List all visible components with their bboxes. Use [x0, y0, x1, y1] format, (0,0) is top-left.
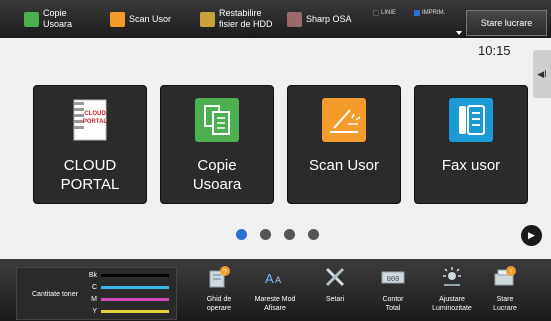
line-indicator: LINIE	[373, 10, 396, 16]
shortcut-label: Copie Usoara	[43, 8, 73, 29]
toner-name: Y	[92, 308, 97, 315]
svg-text:PORTAL: PORTAL	[83, 119, 108, 125]
line-label: LINIE	[381, 10, 397, 16]
shortcut-sharp-osa[interactable]: Sharp OSA	[287, 0, 352, 38]
toner-level-bar	[101, 310, 169, 313]
shortcut-label: Restabilire fisier de HDD	[219, 8, 273, 29]
bottom-bar: Cantitate toner Bk C M Y ? Ghid de opera…	[0, 259, 551, 321]
brightness-button[interactable]: Ajustare Luminozitate	[422, 263, 482, 319]
toner-row-m: M	[85, 296, 169, 303]
svg-text:A: A	[275, 275, 281, 285]
tile-cloud-portal[interactable]: CLOUD PORTAL CLOUD PORTAL	[33, 85, 147, 204]
toner-row-bk: Bk	[85, 272, 169, 279]
job-status-label: Stare lucrare	[480, 18, 533, 28]
settings-button[interactable]: Setari	[305, 263, 365, 319]
toner-level-bar	[101, 286, 169, 289]
svg-text:000: 000	[387, 276, 400, 284]
total-counter-button[interactable]: 000 Contor Total	[363, 263, 423, 319]
print-status-icon	[414, 10, 420, 16]
toner-row-y: Y	[85, 308, 169, 315]
toner-label: Cantitate toner	[32, 291, 78, 298]
guide-button[interactable]: ? Ghid de operare	[189, 263, 249, 319]
home-main-area: 10:15 ◀ⅼ CLOUD PORTAL CLOUD PORTAL Copie…	[0, 38, 551, 259]
page-dot[interactable]	[308, 229, 319, 240]
chevron-left-icon: ◀ⅼ	[537, 68, 547, 79]
bottom-item-label: Contor Total	[382, 296, 404, 312]
top-bar: Copie Usoara Scan Usor Restabilire fisie…	[0, 0, 551, 38]
scanner-icon	[322, 98, 366, 142]
line-status-icon	[373, 10, 379, 16]
svg-text:A: A	[265, 271, 274, 286]
counter-icon: 000	[381, 271, 405, 284]
play-right-icon: ▶	[528, 230, 535, 240]
toner-level-bar	[101, 274, 169, 277]
shortcut-copie-usoara[interactable]: Copie Usoara	[24, 0, 72, 38]
next-page-button[interactable]: ▶	[521, 225, 542, 246]
page-dot[interactable]	[284, 229, 295, 240]
folder-icon	[200, 11, 215, 27]
tile-label: CLOUD PORTAL	[60, 157, 120, 193]
job-status-bottom-button[interactable]: ! Stare Lucrare	[475, 263, 535, 319]
job-status-button[interactable]: Stare lucrare	[466, 10, 547, 36]
toner-row-c: C	[85, 284, 169, 291]
tile-label: Copie Usoara	[192, 157, 242, 193]
toner-name: M	[91, 296, 97, 303]
bottom-item-label: Mareste Mod Afisare	[254, 296, 296, 312]
cloud-portal-icon: CLOUD PORTAL	[73, 99, 108, 141]
print-indicator: IMPRIM.	[414, 10, 445, 16]
tile-scan-usor[interactable]: Scan Usor	[287, 85, 401, 204]
svg-text:CLOUD: CLOUD	[84, 111, 106, 117]
caret-down-icon	[456, 31, 462, 35]
bottom-item-label: Ajustare Luminozitate	[432, 296, 472, 312]
guide-icon: ?	[209, 266, 230, 288]
toner-name: Bk	[88, 272, 97, 279]
bottom-item-label: Stare Lucrare	[493, 296, 517, 312]
enlarge-display-icon: A A	[265, 271, 281, 286]
shortcut-label: Sharp OSA	[306, 13, 352, 24]
enlarge-display-button[interactable]: A A Mareste Mod Afisare	[245, 263, 305, 319]
tile-label: Fax usor	[441, 157, 501, 174]
copy-icon	[195, 98, 239, 142]
job-status-icon: !	[494, 266, 516, 286]
copy-icon	[24, 11, 39, 27]
brightness-icon	[443, 267, 461, 286]
tile-label: Scan Usor	[308, 157, 380, 174]
page-dot[interactable]	[236, 229, 247, 240]
bottom-item-label: Setari	[325, 296, 345, 303]
page-indicator	[236, 229, 319, 240]
osa-icon	[287, 11, 302, 27]
shortcut-scan-usor[interactable]: Scan Usor	[110, 0, 171, 38]
shortcut-label: Scan Usor	[129, 13, 172, 24]
print-label: IMPRIM.	[422, 10, 446, 16]
page-dot[interactable]	[260, 229, 271, 240]
svg-text:!: !	[510, 269, 512, 276]
copier-home-screen: Copie Usoara Scan Usor Restabilire fisie…	[0, 0, 551, 321]
side-panel-tab[interactable]: ◀ⅼ	[533, 50, 551, 98]
shortcut-restabilire[interactable]: Restabilire fisier de HDD	[200, 0, 273, 38]
settings-icon	[325, 267, 345, 287]
fax-icon	[449, 98, 493, 142]
toner-level-bar	[101, 298, 169, 301]
toner-name: C	[91, 284, 97, 291]
scanner-icon	[110, 11, 125, 27]
tile-copie-usoara[interactable]: Copie Usoara	[160, 85, 274, 204]
toner-panel: Cantitate toner Bk C M Y	[16, 267, 177, 320]
tile-fax-usor[interactable]: Fax usor	[414, 85, 528, 204]
bottom-item-label: Ghid de operare	[206, 296, 232, 312]
clock: 10:15	[478, 43, 511, 58]
svg-text:?: ?	[223, 269, 227, 276]
